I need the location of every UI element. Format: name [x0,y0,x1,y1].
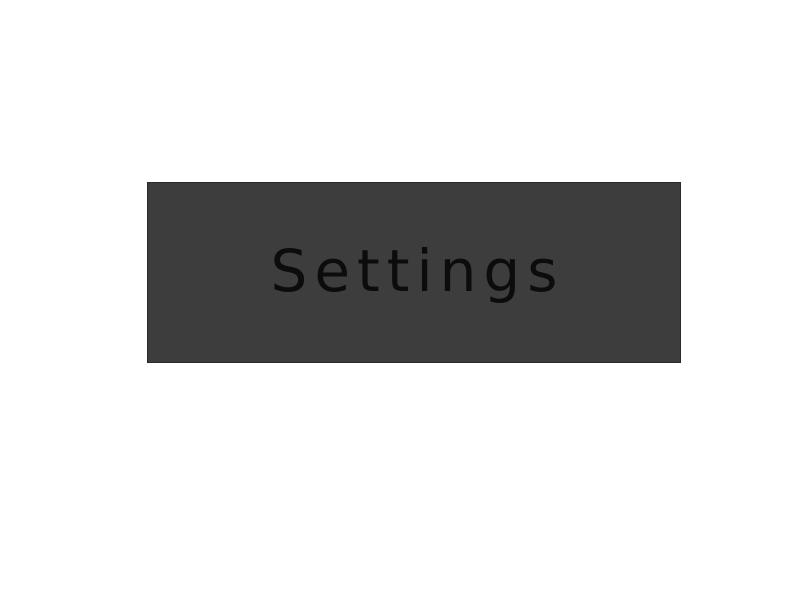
settings-button-label: Settings [270,236,565,305]
page: Settings [0,0,800,600]
settings-button[interactable]: Settings [147,182,681,363]
